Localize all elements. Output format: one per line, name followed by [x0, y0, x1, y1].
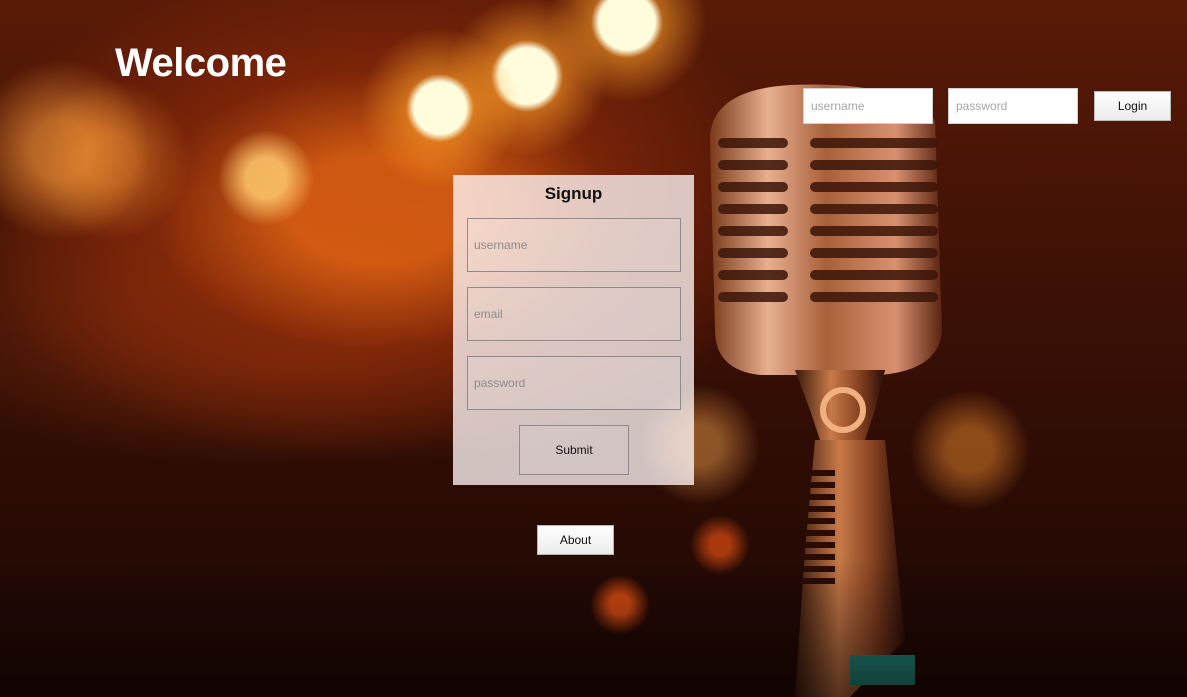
background-vignette — [0, 557, 1187, 697]
login-button[interactable]: Login — [1094, 91, 1171, 121]
signup-title: Signup — [544, 184, 603, 203]
signup-email-input[interactable] — [467, 287, 681, 341]
signup-password-input[interactable] — [467, 356, 681, 410]
signup-panel: Signup Submit — [453, 175, 694, 485]
about-button[interactable]: About — [537, 525, 614, 555]
submit-button[interactable]: Submit — [519, 425, 629, 475]
login-username-input[interactable] — [803, 88, 933, 124]
signup-username-input[interactable] — [467, 218, 681, 272]
welcome-heading: Welcome — [115, 41, 287, 85]
login-password-input[interactable] — [948, 88, 1078, 124]
